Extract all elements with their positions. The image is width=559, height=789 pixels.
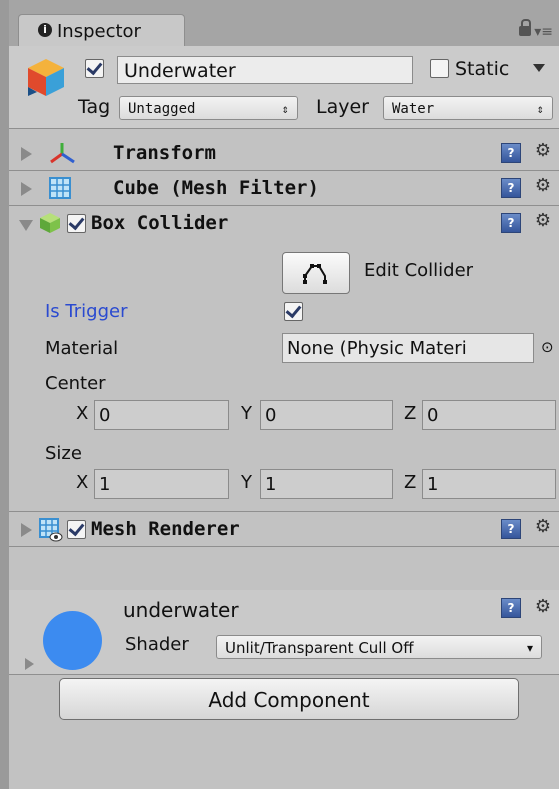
edit-collider-icon bbox=[303, 264, 327, 284]
updown-arrows-icon: ⇕ bbox=[536, 102, 544, 116]
box-collider-enabled-checkbox[interactable] bbox=[67, 214, 86, 233]
info-icon: i bbox=[38, 23, 52, 37]
center-label: Center bbox=[45, 373, 106, 394]
help-icon[interactable]: ? bbox=[501, 213, 521, 233]
material-name: underwater bbox=[123, 598, 239, 622]
tab-label: Inspector bbox=[57, 21, 141, 42]
edit-collider-label: Edit Collider bbox=[364, 260, 474, 281]
box-collider-cube-icon bbox=[40, 213, 60, 233]
is-trigger-checkbox[interactable] bbox=[284, 302, 303, 321]
is-trigger-label: Is Trigger bbox=[45, 301, 128, 322]
mesh-grid-icon bbox=[49, 177, 71, 199]
center-x-label: X bbox=[76, 403, 89, 424]
gear-icon[interactable]: ⚙ bbox=[535, 516, 551, 537]
fold-arrow-icon[interactable] bbox=[21, 147, 32, 161]
component-title: Box Collider bbox=[91, 212, 229, 234]
material-field[interactable]: None (Physic Materi bbox=[282, 333, 534, 363]
tab-bar: i Inspector ▾≡ bbox=[9, 0, 559, 48]
edit-collider-button[interactable] bbox=[282, 252, 350, 294]
dropdown-arrow-icon: ▾ bbox=[526, 641, 533, 655]
component-title: Mesh Renderer bbox=[91, 518, 240, 540]
shader-label: Shader bbox=[125, 634, 189, 655]
material-label: Material bbox=[45, 338, 119, 359]
static-checkbox[interactable] bbox=[430, 59, 449, 78]
center-y-field[interactable]: 0 bbox=[260, 400, 393, 430]
component-title: Transform bbox=[113, 142, 216, 164]
game-object-cube-icon bbox=[28, 59, 64, 96]
lock-icon[interactable] bbox=[519, 19, 531, 36]
help-icon[interactable]: ? bbox=[501, 143, 521, 163]
object-name-field[interactable]: Underwater bbox=[117, 56, 413, 84]
fold-arrow-icon[interactable] bbox=[25, 658, 34, 670]
size-x-field[interactable]: 1 bbox=[94, 469, 229, 499]
fold-arrow-icon[interactable] bbox=[21, 523, 32, 537]
mesh-renderer-enabled-checkbox[interactable] bbox=[67, 520, 86, 539]
fold-arrow-open-icon[interactable] bbox=[19, 220, 33, 231]
updown-arrows-icon: ⇕ bbox=[281, 102, 289, 116]
object-picker-icon[interactable]: ⊙ bbox=[541, 338, 554, 356]
center-y-label: Y bbox=[241, 403, 252, 424]
window-left-edge bbox=[0, 0, 9, 789]
size-y-field[interactable]: 1 bbox=[260, 469, 393, 499]
gear-icon[interactable]: ⚙ bbox=[535, 175, 551, 196]
size-z-label: Z bbox=[404, 472, 417, 493]
help-icon[interactable]: ? bbox=[501, 519, 521, 539]
gear-icon[interactable]: ⚙ bbox=[535, 210, 551, 231]
size-y-label: Y bbox=[241, 472, 252, 493]
component-box-collider[interactable]: Box Collider ? ⚙ bbox=[9, 206, 559, 240]
static-dropdown-arrow-icon[interactable] bbox=[533, 64, 545, 72]
layer-label: Layer bbox=[316, 96, 369, 118]
center-x-field[interactable]: 0 bbox=[94, 400, 229, 430]
shader-value: Unlit/Transparent Cull Off bbox=[225, 639, 414, 657]
component-mesh-filter[interactable]: Cube (Mesh Filter) ? ⚙ bbox=[9, 171, 559, 206]
add-component-button[interactable]: Add Component bbox=[59, 678, 519, 720]
inspector-window: i Inspector ▾≡ Underwater Static Tag Unt… bbox=[0, 0, 559, 789]
shader-dropdown[interactable]: Unlit/Transparent Cull Off ▾ bbox=[216, 635, 542, 659]
fold-arrow-icon[interactable] bbox=[21, 182, 32, 196]
active-checkbox[interactable] bbox=[85, 59, 104, 78]
layer-value: Water bbox=[392, 101, 435, 117]
center-z-label: Z bbox=[404, 403, 417, 424]
gear-icon[interactable]: ⚙ bbox=[535, 140, 551, 161]
inspector-panel: Underwater Static Tag Untagged ⇕ Layer W… bbox=[9, 46, 559, 789]
gear-icon[interactable]: ⚙ bbox=[535, 596, 551, 617]
tag-dropdown[interactable]: Untagged ⇕ bbox=[119, 96, 298, 120]
material-section: underwater ? ⚙ Shader Unlit/Transparent … bbox=[9, 590, 559, 675]
object-header: Underwater Static Tag Untagged ⇕ Layer W… bbox=[9, 46, 559, 129]
transform-axes-icon bbox=[50, 143, 75, 164]
component-transform[interactable]: Transform ? ⚙ bbox=[9, 136, 559, 171]
size-label: Size bbox=[45, 443, 82, 464]
tag-value: Untagged bbox=[128, 101, 196, 117]
mesh-renderer-icon bbox=[39, 518, 63, 542]
component-title: Cube (Mesh Filter) bbox=[113, 177, 319, 199]
tag-label: Tag bbox=[78, 96, 111, 118]
help-icon[interactable]: ? bbox=[501, 598, 521, 618]
size-x-label: X bbox=[76, 472, 89, 493]
size-z-field[interactable]: 1 bbox=[422, 469, 556, 499]
layer-dropdown[interactable]: Water ⇕ bbox=[383, 96, 553, 120]
static-label: Static bbox=[455, 58, 510, 80]
component-mesh-renderer[interactable]: Mesh Renderer ? ⚙ bbox=[9, 511, 559, 547]
tab-inspector[interactable]: i Inspector bbox=[18, 14, 185, 48]
help-icon[interactable]: ? bbox=[501, 178, 521, 198]
tab-menu-icon[interactable]: ▾≡ bbox=[534, 24, 553, 40]
center-z-field[interactable]: 0 bbox=[422, 400, 556, 430]
material-preview-sphere bbox=[43, 611, 102, 670]
